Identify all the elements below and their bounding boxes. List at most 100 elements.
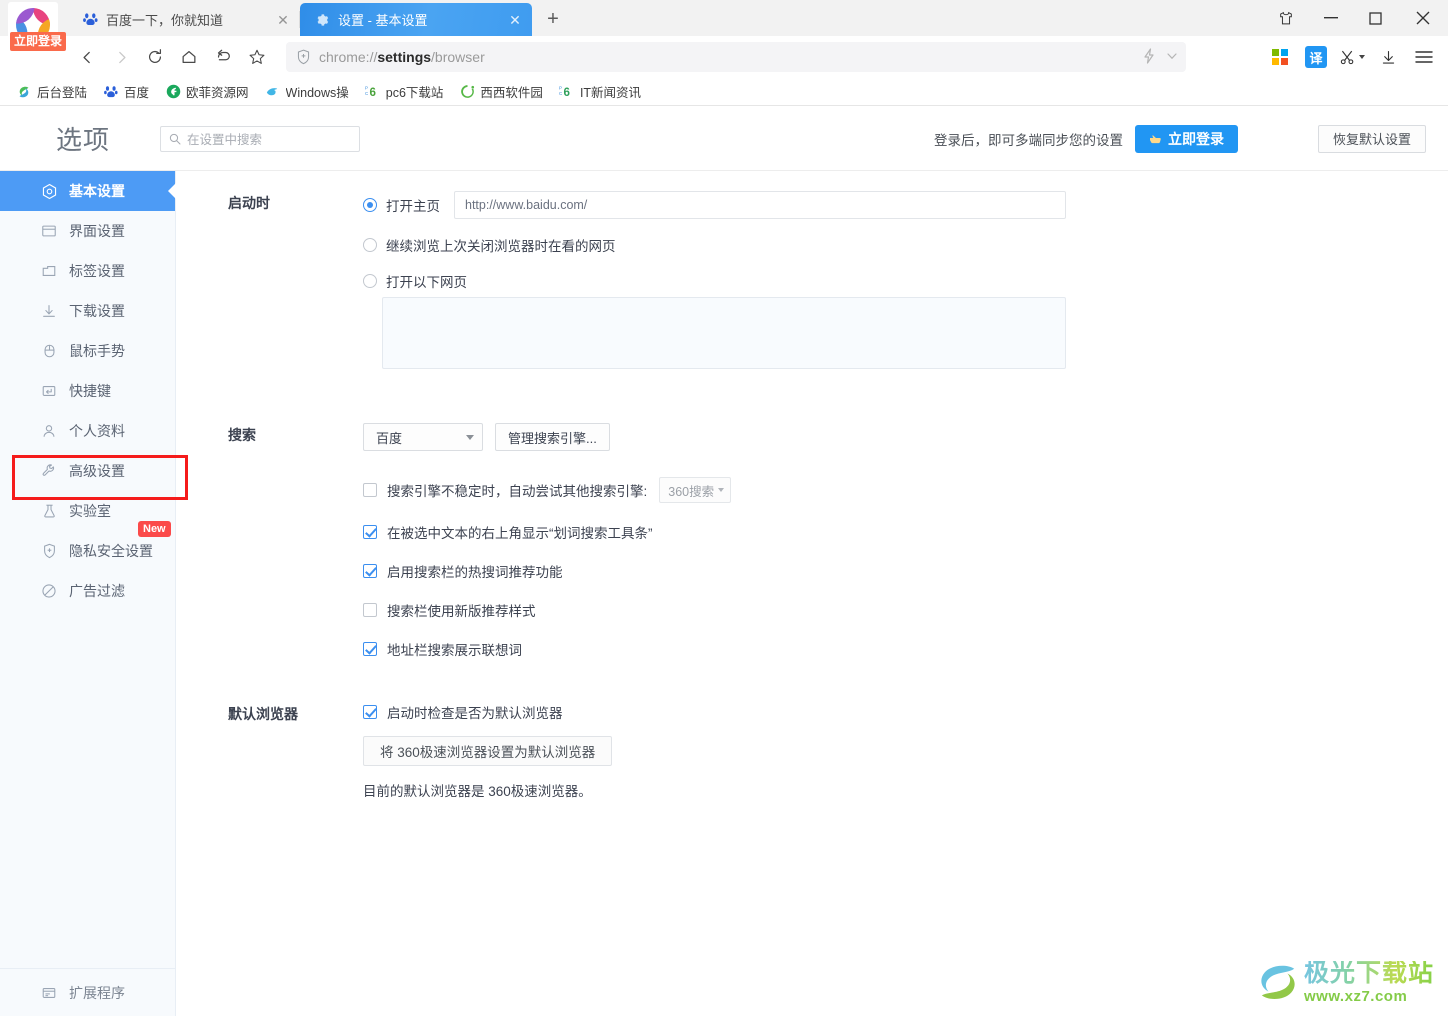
sidebar-item-shortcuts[interactable]: 快捷键 [0,371,175,411]
manage-search-engines-button[interactable]: 管理搜索引擎... [495,423,610,451]
extension-icon [40,985,58,1001]
startup-option-homepage[interactable]: 打开主页 http://www.baidu.com/ [363,191,1138,219]
homepage-url-input[interactable]: http://www.baidu.com/ [454,191,1066,219]
address-bar-text: chrome://settings/browser [319,49,485,65]
checkbox-check-default-on-startup[interactable] [363,705,377,719]
radio-continue-session[interactable] [363,238,377,252]
bookmark-item[interactable]: 西西软件园 [451,80,551,104]
checkbox-selection-toolbar[interactable] [363,525,377,539]
watermark-url: www.xz7.com [1303,988,1408,1005]
screenshot-scissors-icon[interactable] [1336,42,1368,72]
menu-icon[interactable] [1408,42,1440,72]
download-icon[interactable] [1372,42,1404,72]
settings-search-input[interactable]: 在设置中搜索 [160,125,361,152]
translate-label: 译 [1305,46,1327,68]
bookmark-item[interactable]: PC6 IT新闻资讯 [551,80,649,104]
checkbox-row-check-default[interactable]: 启动时检查是否为默认浏览器 [363,702,1138,722]
checkbox-row-new-style[interactable]: 搜索栏使用新版推荐样式 [363,600,1138,620]
checkbox-new-style[interactable] [363,603,377,617]
radio-homepage[interactable] [363,198,377,212]
bookmark-item[interactable]: 百度 [95,80,157,104]
sidebar-item-privacy-security[interactable]: New 隐私安全设置 [0,521,175,571]
search-engine-select[interactable]: 百度 [363,423,483,451]
bookmark-item[interactable]: 欧菲资源网 [157,80,257,104]
login-now-badge[interactable]: 立即登录 [10,32,67,51]
fallback-engine-select[interactable]: 360搜索 [659,477,732,503]
settings-sidebar: 基本设置 界面设置 标签设置 下载设置 鼠标手势 快捷键 个人资料 高级设置 实… [0,171,176,1016]
bookmark-label: IT新闻资讯 [579,86,642,100]
close-button[interactable] [1398,0,1448,36]
new-tab-button[interactable]: + [538,4,568,34]
sidebar-item-ad-filter[interactable]: 广告过滤 [0,571,175,611]
sidebar-item-advanced-settings[interactable]: 高级设置 [0,451,175,491]
bookmark-item[interactable]: Windows操 [257,80,357,104]
radio-open-pages[interactable] [363,274,377,288]
person-icon [40,423,58,439]
checkbox-hot-search[interactable] [363,564,377,578]
bookmark-label: 欧菲资源网 [186,86,249,100]
back-icon[interactable] [70,40,104,74]
bookmark-item[interactable]: PC6 pc6下载站 [357,80,452,104]
minimize-button[interactable] [1308,0,1353,36]
radio-label: 打开以下网页 [386,275,467,290]
radio-label: 打开主页 [386,199,440,214]
keyboard-key-icon [40,383,58,399]
sidebar-item-mouse-gestures[interactable]: 鼠标手势 [0,331,175,371]
sidebar-item-interface-settings[interactable]: 界面设置 [0,211,175,251]
watermark-title: 极光下载站 [1303,959,1434,987]
address-bar[interactable]: chrome://settings/browser [286,42,1186,72]
tab-baidu[interactable]: 百度一下，你就知道 ✕ [68,3,300,36]
default-browser-status-text: 目前的默认浏览器是 360极速浏览器。 [363,784,592,799]
checkbox-fallback-engine[interactable] [363,483,377,497]
home-icon[interactable] [172,40,206,74]
bookmark-star-icon[interactable] [240,40,274,74]
tab-title: 百度一下，你就知道 [106,13,224,28]
chevron-down-icon[interactable] [1166,49,1178,65]
login-now-button[interactable]: 立即登录 [1134,124,1238,153]
maximize-button[interactable] [1353,0,1398,36]
checkbox-row-fallback-engine[interactable]: 搜索引擎不稳定时，自动尝试其他搜索引擎: 360搜索 [363,477,1138,503]
page-title: 选项 [56,125,111,155]
restore-icon[interactable] [206,40,240,74]
reload-icon[interactable] [138,40,172,74]
download-icon [40,303,58,319]
browser-logo-area[interactable]: 立即登录 [8,2,67,58]
baidu-paw-icon [82,12,98,28]
set-default-browser-button[interactable]: 将 360极速浏览器设置为默认浏览器 [363,736,613,766]
translate-icon[interactable]: 译 [1300,42,1332,72]
sidebar-item-profile[interactable]: 个人资料 [0,411,175,451]
microsoft-logo-icon[interactable] [1264,42,1296,72]
hand-pointer-icon [1149,131,1162,147]
checkbox-row-hot-search[interactable]: 启用搜索栏的热搜词推荐功能 [363,561,1138,581]
fallback-engine-value: 360搜索 [668,484,715,499]
baidu-paw-icon [103,84,119,100]
navigation-buttons [70,40,274,74]
startup-option-continue[interactable]: 继续浏览上次关闭浏览器时在看的网页 [363,235,1138,255]
skin-shirt-icon[interactable] [1263,0,1308,36]
svg-text:6: 6 [369,87,375,99]
tab-icon [40,263,58,279]
lightning-icon[interactable] [1142,47,1156,67]
checkbox-row-selection-toolbar[interactable]: 在被选中文本的右上角显示“划词搜索工具条” [363,522,1138,542]
sidebar-item-tab-settings[interactable]: 标签设置 [0,251,175,291]
checkbox-address-suggest[interactable] [363,642,377,656]
startup-pages-textarea[interactable] [382,297,1066,369]
flask-icon [40,503,58,519]
tab-close-icon[interactable]: ✕ [274,11,292,29]
sidebar-item-download-settings[interactable]: 下载设置 [0,291,175,331]
watermark-text: 极光下载站 www.xz7.com [1303,959,1434,1005]
tab-settings[interactable]: 设置 - 基本设置 ✕ [300,3,532,36]
sidebar-item-label: 高级设置 [69,463,125,479]
swirl-icon [16,84,32,100]
tab-close-icon[interactable]: ✕ [506,11,524,29]
section-body: 启动时检查是否为默认浏览器 将 360极速浏览器设置为默认浏览器 目前的默认浏览… [363,702,1138,800]
sidebar-item-basic-settings[interactable]: 基本设置 [0,171,176,211]
sidebar-item-extensions[interactable]: 扩展程序 [0,968,176,1016]
forward-icon[interactable] [104,40,138,74]
bookmark-item[interactable]: 后台登陆 [8,80,95,104]
sidebar-item-label: 基本设置 [69,183,125,199]
startup-option-pages[interactable]: 打开以下网页 [363,271,1138,291]
checkbox-label: 搜索栏使用新版推荐样式 [387,604,536,619]
restore-defaults-button[interactable]: 恢复默认设置 [1317,124,1426,153]
checkbox-row-address-suggest[interactable]: 地址栏搜索展示联想词 [363,639,1138,659]
